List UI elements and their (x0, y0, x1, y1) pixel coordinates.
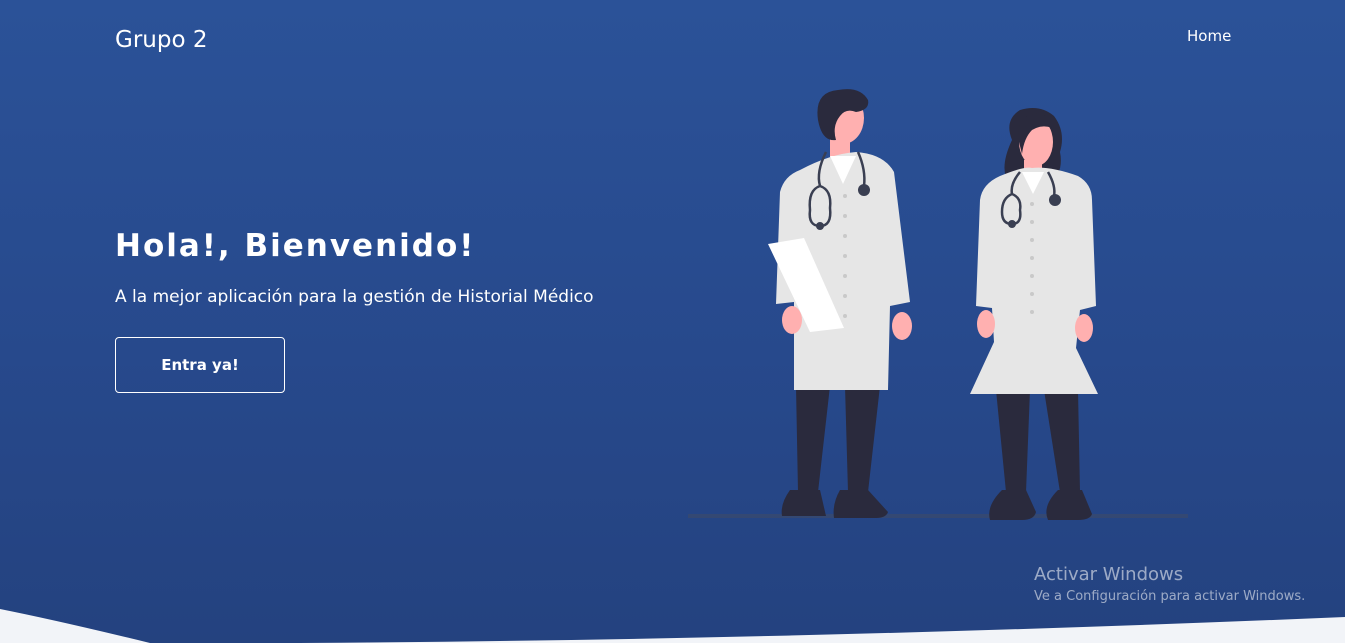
male-doctor-figure (768, 89, 912, 518)
hero-subtitle: A la mejor aplicación para la gestión de… (115, 287, 594, 307)
enter-button[interactable]: Entra ya! (115, 337, 285, 393)
female-doctor-figure (970, 108, 1098, 520)
windows-activation-title: Activar Windows (1034, 564, 1184, 585)
nav-link-home[interactable]: Home (1187, 27, 1231, 45)
hero-title: Hola!, Bienvenido! (115, 228, 476, 264)
windows-activation-subtitle: Ve a Configuración para activar Windows. (1034, 589, 1306, 604)
brand-link[interactable]: Grupo 2 (115, 27, 207, 53)
ground-line (688, 514, 1188, 518)
two-doctors-illustration (688, 89, 1188, 520)
landing-page: Grupo 2 Home Hola!, Bienvenido! A la mej… (0, 0, 1345, 643)
bottom-wave-divider (0, 609, 1345, 643)
